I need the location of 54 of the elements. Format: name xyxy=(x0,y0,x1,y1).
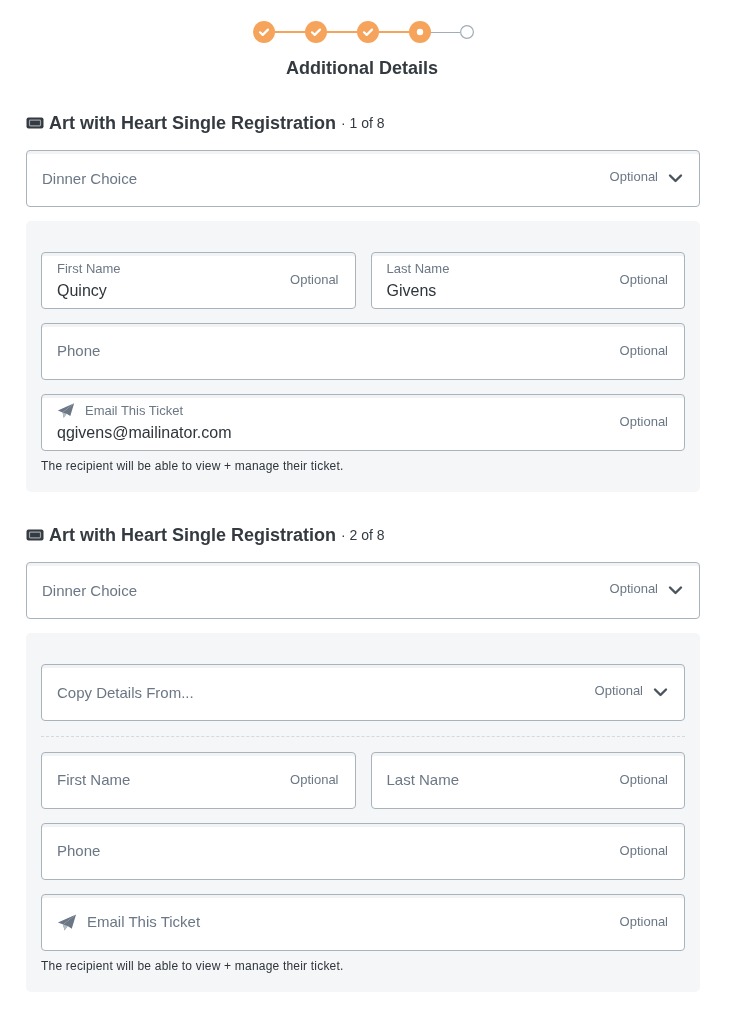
optional-hint: Optional xyxy=(619,412,668,431)
input-field[interactable]: First Name Optional xyxy=(41,752,356,809)
step-connector xyxy=(430,31,460,33)
page-title: Additional Details xyxy=(286,57,438,80)
chevron-down-icon xyxy=(668,583,683,595)
email-field[interactable]: Email This Ticket qgivens@mailinator.com Optional xyxy=(41,394,685,451)
input-field[interactable]: Last Name Givens Optional xyxy=(370,252,685,309)
select-field[interactable]: Copy Details From... Optional xyxy=(41,664,685,721)
field-label: Phone xyxy=(57,841,101,862)
optional-hint: Optional xyxy=(609,168,658,187)
helper-text: The recipient will be able to view + manage their ticket. xyxy=(41,958,344,974)
field-label: First Name xyxy=(57,261,121,277)
chevron-down-icon xyxy=(668,171,683,183)
input-field[interactable]: Last Name Optional xyxy=(370,752,685,809)
ticket-name: Art with Heart Single Registration xyxy=(49,523,337,547)
optional-hint: Optional xyxy=(619,270,668,289)
field-label: Dinner Choice xyxy=(42,580,138,601)
ticket-position: · 2 of 8 xyxy=(341,525,385,545)
select-field[interactable]: Dinner Choice Optional xyxy=(26,562,700,619)
optional-hint: Optional xyxy=(619,912,668,931)
step-connector xyxy=(378,31,409,33)
ticket-icon xyxy=(26,529,44,541)
optional-hint: Optional xyxy=(594,682,643,701)
input-field[interactable]: Phone Optional xyxy=(41,323,685,380)
email-field[interactable]: Email This Ticket Optional xyxy=(41,894,685,951)
field-label: Phone xyxy=(57,341,101,362)
ticket-position: · 1 of 8 xyxy=(341,113,385,133)
paper-plane-icon xyxy=(57,913,77,932)
select-field[interactable]: Dinner Choice Optional xyxy=(26,150,700,207)
field-label: Dinner Choice xyxy=(42,168,138,189)
field-label: Copy Details From... xyxy=(57,682,194,703)
field-value: Givens xyxy=(386,281,437,301)
field-label: First Name xyxy=(57,770,131,791)
input-field[interactable]: Phone Optional xyxy=(41,823,685,880)
field-label: Last Name xyxy=(386,261,450,277)
field-value: qgivens@mailinator.com xyxy=(57,423,232,443)
paper-plane-icon xyxy=(57,402,75,419)
step-connector xyxy=(326,31,357,33)
optional-hint: Optional xyxy=(290,270,339,289)
helper-text: The recipient will be able to view + manage their ticket. xyxy=(41,458,344,474)
optional-hint: Optional xyxy=(290,770,339,789)
ticket-name: Art with Heart Single Registration xyxy=(49,111,337,135)
optional-hint: Optional xyxy=(619,841,668,860)
optional-hint: Optional xyxy=(619,341,668,360)
field-value: Quincy xyxy=(57,281,107,301)
chevron-down-icon xyxy=(653,685,668,697)
step-connector xyxy=(274,31,305,33)
field-label: Email This Ticket xyxy=(85,403,183,419)
ticket-icon xyxy=(26,117,44,129)
field-label: Last Name xyxy=(386,770,460,791)
optional-hint: Optional xyxy=(619,770,668,789)
input-field[interactable]: First Name Quincy Optional xyxy=(41,252,356,309)
field-label: Email This Ticket xyxy=(87,912,201,933)
optional-hint: Optional xyxy=(609,580,658,599)
